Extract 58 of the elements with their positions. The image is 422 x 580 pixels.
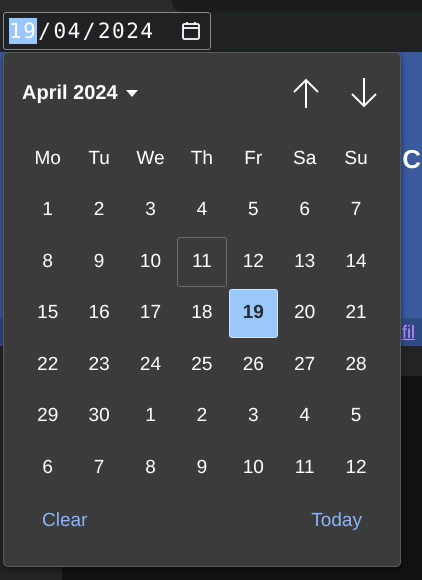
weekday-label: Su (343, 146, 369, 171)
calendar-day[interactable]: 1 (23, 186, 72, 235)
month-year-dropdown[interactable]: April 2024 (22, 82, 138, 104)
caret-icon (126, 90, 138, 96)
today-button[interactable]: Today (311, 510, 362, 532)
calendar-day[interactable]: 20 (280, 288, 330, 338)
weekday-label: Tu (87, 146, 111, 171)
calendar-day[interactable]: 30 (74, 392, 124, 441)
calendar-day[interactable]: 18 (177, 288, 227, 338)
calendar-day[interactable]: 27 (280, 340, 330, 390)
calendar-day[interactable]: 9 (177, 443, 227, 492)
calendar-day[interactable]: 4 (280, 392, 330, 441)
calendar-day[interactable]: 19 (228, 288, 278, 338)
calendar-day[interactable]: 14 (331, 237, 381, 286)
weekday-label: Fr (243, 146, 264, 171)
date-field[interactable]: 19/04/2024 (3, 12, 211, 50)
calendar-day[interactable]: 25 (177, 340, 227, 390)
calendar-day[interactable]: 11 (280, 443, 330, 492)
weekday-label: Mo (33, 146, 62, 171)
calendar-day[interactable]: 15 (23, 288, 72, 338)
calendar-icon[interactable] (181, 21, 201, 41)
weekday-label: Th (190, 146, 214, 171)
weekday-label: We (135, 146, 166, 171)
calendar-day[interactable]: 2 (74, 186, 124, 235)
up-arrow-icon (292, 78, 320, 108)
calendar-day[interactable]: 17 (126, 288, 176, 338)
page-heading: C (402, 143, 421, 172)
calendar-day[interactable]: 12 (228, 237, 278, 286)
calendar-day[interactable]: 8 (23, 237, 72, 286)
calendar-day[interactable]: 6 (23, 443, 72, 492)
calendar-day[interactable]: 5 (228, 186, 278, 235)
calendar-day[interactable]: 4 (177, 186, 227, 235)
calendar-day[interactable]: 29 (23, 392, 72, 441)
calendar-day[interactable]: 8 (126, 443, 176, 492)
weekday-label: Sa (292, 146, 318, 171)
calendar-day[interactable]: 22 (23, 340, 72, 390)
clear-button[interactable]: Clear (42, 510, 88, 532)
calendar-day[interactable]: 9 (74, 237, 124, 286)
calendar-day[interactable]: 2 (177, 392, 227, 441)
calendar-day[interactable]: 7 (74, 443, 124, 492)
calendar-day[interactable]: 26 (228, 340, 278, 390)
calendar-day[interactable]: 28 (331, 340, 381, 390)
calendar-day[interactable]: 13 (280, 237, 330, 286)
calendar-day[interactable]: 10 (228, 443, 278, 492)
calendar-day[interactable]: 10 (126, 237, 176, 286)
calendar-day[interactable]: 16 (74, 288, 124, 338)
calendar-day[interactable]: 3 (228, 392, 278, 441)
calendar-day[interactable]: 3 (126, 186, 176, 235)
calendar-day[interactable]: 11 (177, 237, 227, 286)
down-arrow-icon (350, 78, 378, 108)
calendar-day[interactable]: 23 (74, 340, 124, 390)
calendar-day[interactable]: 7 (331, 186, 381, 235)
calendar-day[interactable]: 6 (280, 186, 330, 235)
calendar-day[interactable]: 12 (331, 443, 381, 492)
calendar-day[interactable]: 24 (126, 340, 176, 390)
calendar-day[interactable]: 5 (331, 392, 381, 441)
calendar-day[interactable]: 21 (331, 288, 381, 338)
calendar-day[interactable]: 1 (126, 392, 176, 441)
